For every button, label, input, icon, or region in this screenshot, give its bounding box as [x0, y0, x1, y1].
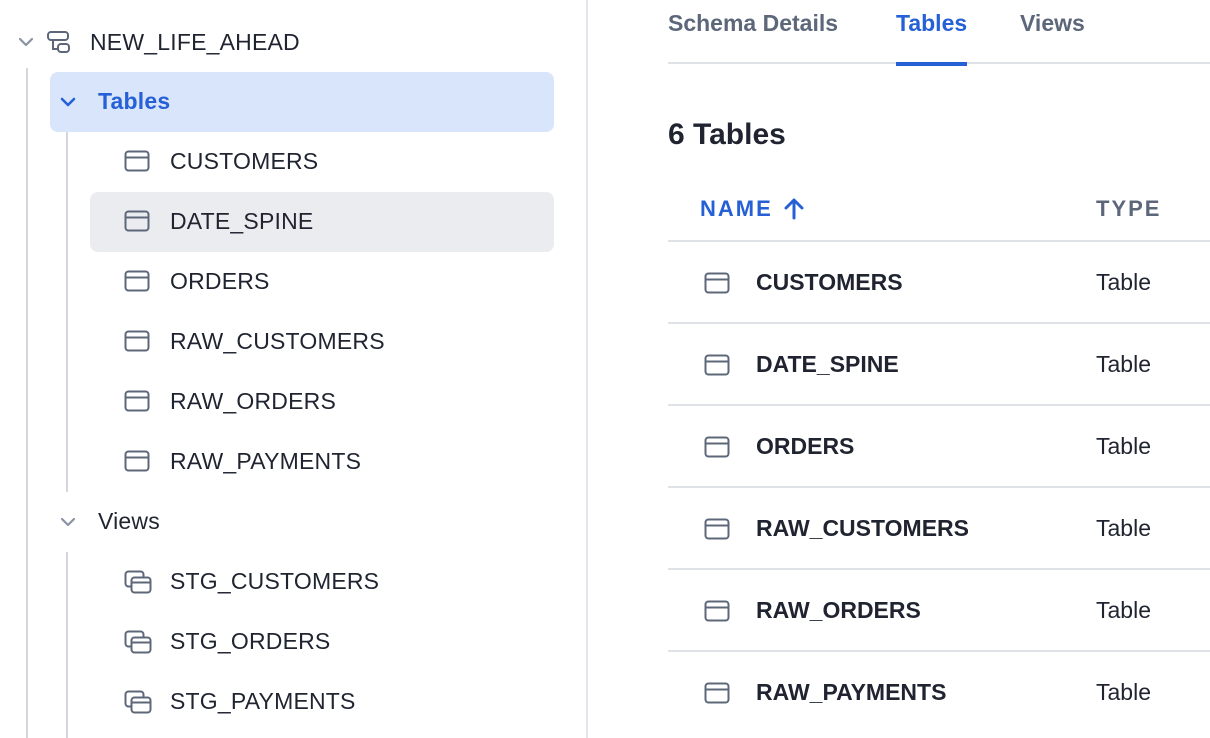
tab-tables[interactable]: Tables [896, 10, 968, 66]
table-row[interactable]: DATE_SPINE Table [668, 324, 1210, 406]
table-name-cell[interactable]: RAW_ORDERS [756, 597, 921, 624]
tree-item-raw-payments[interactable]: RAW_PAYMENTS [90, 432, 554, 492]
table-type-cell: Table [1096, 515, 1151, 541]
view-icon [124, 630, 152, 654]
tab-views[interactable]: Views [1020, 10, 1085, 64]
tree-item-label: STG_ORDERS [170, 628, 331, 654]
tree-group-views[interactable]: Views [50, 492, 554, 552]
table-name-cell[interactable]: DATE_SPINE [756, 351, 899, 378]
table-icon [704, 682, 730, 704]
tree-item-stg-payments[interactable]: STG_PAYMENTS [90, 672, 554, 732]
column-header-name[interactable]: NAME [700, 196, 805, 222]
tab-schema-details[interactable]: Schema Details [668, 10, 838, 64]
table-type-cell: Table [1096, 351, 1151, 377]
table-name-cell[interactable]: RAW_PAYMENTS [756, 679, 946, 706]
tree-item-label: RAW_PAYMENTS [170, 448, 362, 474]
chevron-down-icon[interactable] [58, 92, 78, 112]
table-icon [124, 450, 150, 472]
table-icon [704, 518, 730, 540]
tree-guide-line [26, 68, 28, 738]
table-name-cell[interactable]: RAW_CUSTOMERS [756, 515, 969, 542]
tree-item-date-spine[interactable]: DATE_SPINE [90, 192, 554, 252]
table-icon [704, 272, 730, 294]
schema-icon [47, 31, 70, 53]
column-header-type[interactable]: TYPE [1096, 196, 1161, 222]
schema-label: NEW_LIFE_AHEAD [90, 29, 300, 55]
tree-item-label: CUSTOMERS [170, 148, 319, 174]
tree-item-stg-orders[interactable]: STG_ORDERS [90, 612, 554, 672]
tab-bar: Schema Details Tables Views [668, 0, 1210, 66]
tree-group-tables[interactable]: Tables [50, 72, 554, 132]
tree-item-stg-customers[interactable]: STG_CUSTOMERS [90, 552, 554, 612]
table-icon [704, 436, 730, 458]
view-icon [124, 690, 152, 714]
tree-item-label: STG_PAYMENTS [170, 688, 356, 714]
table-row[interactable]: ORDERS Table [668, 406, 1210, 488]
table-icon [704, 600, 730, 622]
schema-node[interactable]: NEW_LIFE_AHEAD [0, 22, 560, 62]
column-header-name-label: NAME [700, 196, 773, 221]
tree-guide-line [66, 132, 68, 492]
table-type-cell: Table [1096, 679, 1151, 705]
table-icon [704, 354, 730, 376]
chevron-down-icon[interactable] [16, 32, 36, 52]
sort-ascending-icon[interactable] [783, 197, 805, 221]
table-type-cell: Table [1096, 597, 1151, 623]
tree-item-label: STG_CUSTOMERS [170, 568, 380, 594]
tree-item-raw-orders[interactable]: RAW_ORDERS [90, 372, 554, 432]
table-icon [124, 150, 150, 172]
tree-group-label: Views [98, 508, 160, 534]
table-type-cell: Table [1096, 269, 1151, 295]
tree-item-label: DATE_SPINE [170, 208, 314, 234]
tree-item-label: RAW_CUSTOMERS [170, 328, 385, 354]
tree-item-customers[interactable]: CUSTOMERS [90, 132, 554, 192]
table-row[interactable]: RAW_PAYMENTS Table [668, 652, 1210, 734]
table-row[interactable]: CUSTOMERS Table [668, 242, 1210, 324]
tree-item-label: ORDERS [170, 268, 270, 294]
table-row[interactable]: RAW_ORDERS Table [668, 570, 1210, 652]
tree-group-label: Tables [98, 88, 171, 114]
table-header: NAME TYPE [668, 176, 1210, 242]
table-icon [124, 270, 150, 292]
table-type-cell: Table [1096, 433, 1151, 459]
table-name-cell[interactable]: CUSTOMERS [756, 269, 903, 296]
tree-item-label: RAW_ORDERS [170, 388, 336, 414]
tree-guide-line [66, 552, 68, 738]
schema-main-panel: Schema Details Tables Views 6 Tables NAM… [668, 0, 1210, 738]
table-icon [124, 390, 150, 412]
tree-item-raw-customers[interactable]: RAW_CUSTOMERS [90, 312, 554, 372]
table-name-cell[interactable]: ORDERS [756, 433, 854, 460]
tables-count-title: 6 Tables [668, 118, 786, 151]
schema-tree-sidebar: NEW_LIFE_AHEAD Tables CUSTOMERS DATE_SPI… [0, 0, 588, 738]
table-icon [124, 210, 150, 232]
tree-item-orders[interactable]: ORDERS [90, 252, 554, 312]
chevron-down-icon[interactable] [58, 512, 78, 532]
view-icon [124, 570, 152, 594]
table-icon [124, 330, 150, 352]
table-row[interactable]: RAW_CUSTOMERS Table [668, 488, 1210, 570]
